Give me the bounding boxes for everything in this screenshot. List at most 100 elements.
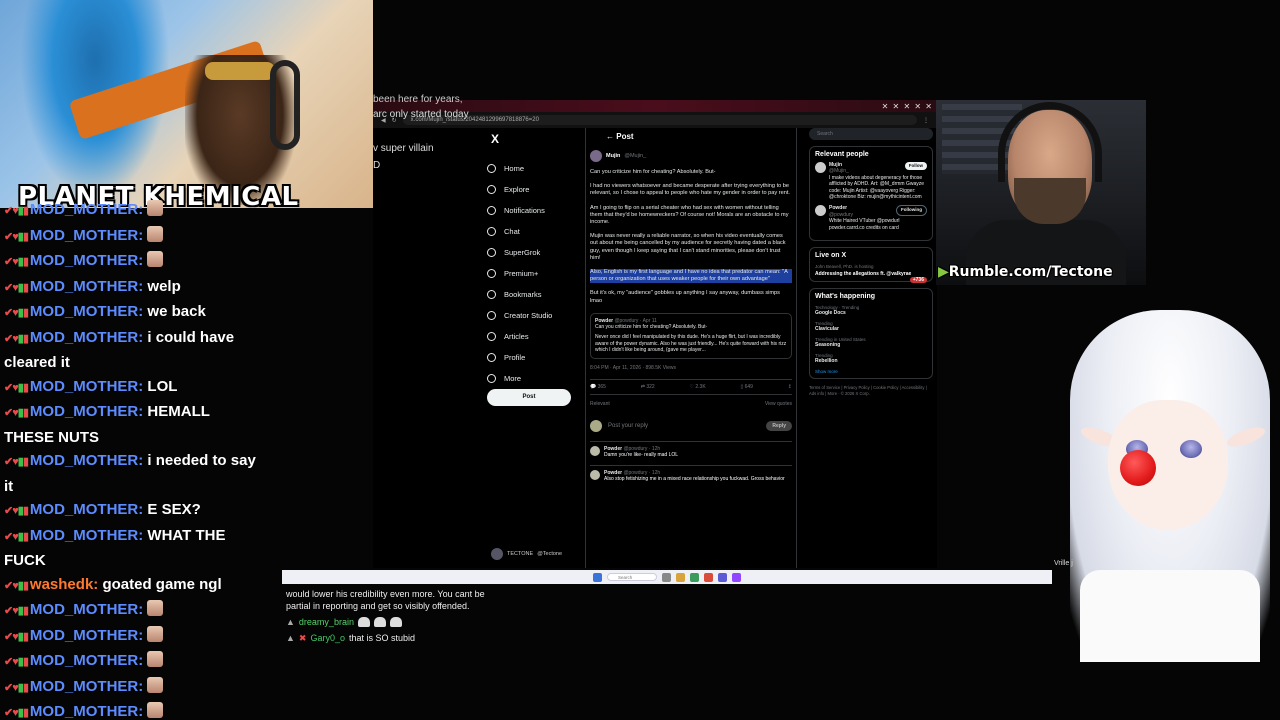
reply-input[interactable]: Post your reply <box>608 423 648 429</box>
account-name: TECTONE <box>507 551 534 557</box>
quote-line: Can you criticize him for cheating? Abso… <box>595 324 708 331</box>
chat-badges-icon: ✔♥▮▮ <box>4 407 30 419</box>
task-view-icon[interactable] <box>662 572 671 582</box>
nav-more[interactable]: More <box>487 368 577 389</box>
post-button[interactable]: Post <box>487 389 571 406</box>
chat-username[interactable]: MOD_MOTHER: <box>30 452 143 469</box>
quoted-post[interactable]: Powder @powdury · Apr 11 Can you critici… <box>590 312 792 359</box>
rumble-label: ▶Rumble.com/Tectone <box>938 264 1113 280</box>
chat-username[interactable]: MOD_MOTHER: <box>30 678 143 695</box>
twitch-icon[interactable] <box>732 572 741 582</box>
headset-icon <box>270 60 300 150</box>
person-name: Powder <box>829 205 848 212</box>
x-logo-icon[interactable]: X <box>491 132 577 146</box>
grok-icon <box>487 248 496 257</box>
nav-bookmarks[interactable]: Bookmarks <box>487 284 577 305</box>
vtuber-name: Vrille j <box>1054 560 1073 567</box>
nav-explore[interactable]: Explore <box>487 179 577 200</box>
chat-emote-icon <box>147 702 164 718</box>
chat-username[interactable]: MOD_MOTHER: <box>30 527 143 544</box>
back-arrow-icon[interactable]: ← <box>606 132 614 141</box>
live-on-x[interactable]: Live on X John Beavell, PhD. is hosting … <box>809 247 933 284</box>
rumble-play-icon: ▶ <box>938 264 949 280</box>
nav-articles[interactable]: Articles <box>487 326 577 347</box>
window-controls[interactable]: ✕ ✕ ✕ ✕ ✕ <box>882 102 937 111</box>
person-handle: @powdury <box>829 211 853 218</box>
view-quotes-link[interactable]: View quotes <box>765 401 792 407</box>
share-icon[interactable]: ↥ <box>788 384 792 390</box>
overlay-caption-1: been here for years, <box>373 94 463 105</box>
chat-emote-icon <box>147 200 164 216</box>
browser-icon[interactable] <box>704 572 713 582</box>
nav-creator-studio[interactable]: Creator Studio <box>487 305 577 326</box>
chat-emote-icon <box>147 651 164 667</box>
nav-profile[interactable]: Profile <box>487 347 577 368</box>
ghost-emote-icon <box>373 617 386 627</box>
chat-message: ✔♥▮▮ MOD_MOTHER: HEMALL THESE NUTS <box>0 400 258 449</box>
vtuber-dress <box>1080 570 1260 662</box>
reply-handle: @powdury · 12h <box>623 469 661 476</box>
following-button[interactable]: Following <box>896 205 927 216</box>
search-input[interactable]: Search <box>809 128 933 140</box>
chat-username[interactable]: MOD_MOTHER: <box>30 601 143 618</box>
nav-chat[interactable]: Chat <box>487 221 577 242</box>
url-field[interactable]: x.com/Mujin_/status/2042481299697818876=… <box>402 115 917 125</box>
follow-button[interactable]: Follow <box>904 162 927 171</box>
repost-count[interactable]: ⇄ 322 <box>641 384 655 390</box>
nav-home[interactable]: Home <box>487 158 577 179</box>
person-card[interactable]: Follow Mujin @Mujin_ I make videos about… <box>815 162 927 200</box>
reply-item[interactable]: Powder @powdury · 12h Also stop fetishiz… <box>590 464 792 483</box>
chat-emote-icon <box>147 625 164 642</box>
chat-message: ✔♥▮▮ MOD_MOTHER: <box>0 700 258 720</box>
nav-supergrok[interactable]: SuperGrok <box>487 242 577 263</box>
live-topic: Addressing the allegations ft. @valkyrae… <box>815 271 927 284</box>
trend-item[interactable]: Trending in United States Seasoning <box>815 337 927 348</box>
like-count[interactable]: ♡ 2.3K <box>690 384 706 390</box>
trend-item[interactable]: Trending Clavicular <box>815 321 927 332</box>
nav-label: Explore <box>504 185 530 194</box>
trend-item[interactable]: Trending Rebellion <box>815 353 927 364</box>
chat-badges-icon: ✔♥▮▮ <box>4 205 30 217</box>
footer-links[interactable]: Terms of Service | Privacy Policy | Cook… <box>809 385 933 397</box>
reply-item[interactable]: Powder @powdury · 12h Damn you're like- … <box>590 440 792 459</box>
folder-icon[interactable] <box>676 572 685 582</box>
discord-icon[interactable] <box>718 572 727 582</box>
chat-username[interactable]: MOD_MOTHER: <box>30 329 143 346</box>
person-name: Mujin <box>829 162 843 168</box>
chat-username[interactable]: MOD_MOTHER: <box>30 201 143 218</box>
app-icon[interactable] <box>690 572 699 582</box>
chat-username[interactable]: MOD_MOTHER: <box>30 378 143 395</box>
chat-username[interactable]: washedk: <box>30 576 98 593</box>
account-switcher[interactable]: TECTONE @Tectone <box>491 548 562 560</box>
reply-count[interactable]: 💬 365 <box>590 384 606 390</box>
person-card[interactable]: Following Powder @powdury White Haired V… <box>815 205 927 231</box>
chat-username[interactable]: MOD_MOTHER: <box>30 652 143 669</box>
chat-username[interactable]: MOD_MOTHER: <box>30 252 143 269</box>
show-more-link[interactable]: Show more <box>815 369 927 374</box>
windows-start-icon[interactable] <box>593 572 602 582</box>
reply-handle: @powdury · 12h <box>623 445 661 452</box>
reply-author: Powder <box>604 469 623 476</box>
trend-item[interactable]: Technology · Trending Google Docs <box>815 305 927 316</box>
person-handle: @Mujin_ <box>829 168 849 175</box>
premium-icon <box>487 269 496 278</box>
nav-notifications[interactable]: Notifications <box>487 200 577 221</box>
chat-username[interactable]: MOD_MOTHER: <box>30 278 143 295</box>
chat-username[interactable]: MOD_MOTHER: <box>30 703 143 720</box>
taskbar-search[interactable]: Search <box>607 573 657 581</box>
reply-sort[interactable]: Relevant View quotes <box>590 401 792 407</box>
nav-premium[interactable]: Premium+ <box>487 263 577 284</box>
post-author[interactable]: Mujin @Mujin_ <box>590 150 792 162</box>
avatar <box>491 548 503 560</box>
chat-username[interactable]: MOD_MOTHER: <box>30 227 143 244</box>
chat-username[interactable]: MOD_MOTHER: <box>30 303 143 320</box>
chat-username[interactable]: MOD_MOTHER: <box>30 627 143 644</box>
menu-icon[interactable]: ⋮ <box>923 117 929 124</box>
reply-composer[interactable]: Post your reply Reply <box>590 417 792 435</box>
reply-button[interactable]: Reply <box>766 420 792 431</box>
chat-username[interactable]: MOD_MOTHER: <box>30 403 143 420</box>
chat-message: ✔♥▮▮ MOD_MOTHER: <box>0 598 258 624</box>
chat-username[interactable]: MOD_MOTHER: <box>30 501 143 518</box>
bookmark-count[interactable]: ▯ 649 <box>740 384 752 390</box>
nav-label: Premium+ <box>504 269 539 278</box>
